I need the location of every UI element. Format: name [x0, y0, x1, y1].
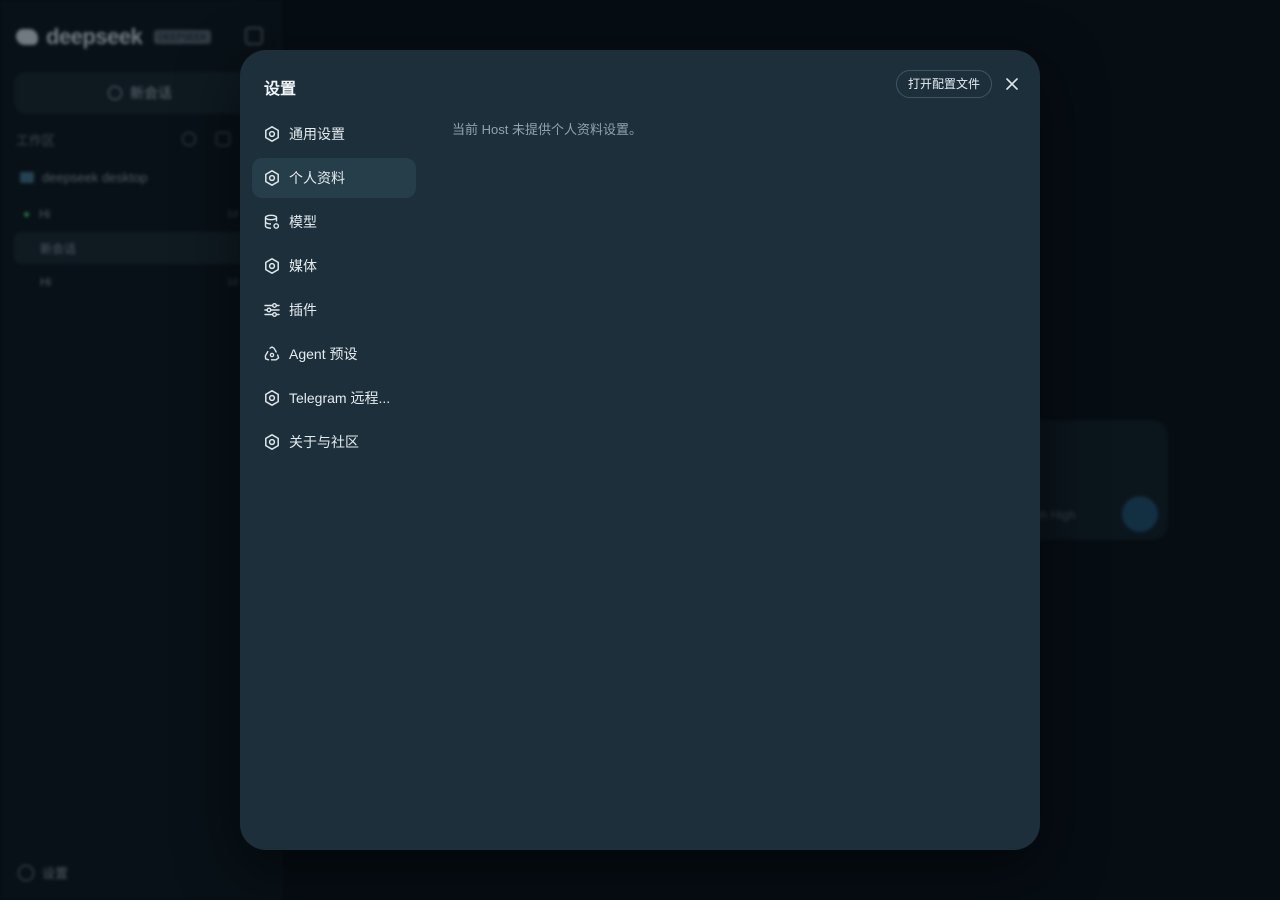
modal-title: 设置	[264, 81, 297, 98]
chat-item-label: Hi	[40, 275, 52, 289]
project-name: deepseek desktop	[42, 170, 148, 185]
gear-icon	[265, 258, 279, 274]
sliders-icon	[264, 303, 280, 317]
nav-item-telegram-remote[interactable]: Telegram 远程...	[252, 378, 416, 418]
chat-item: Hi 1d	[14, 266, 266, 298]
profile-empty-message: 当前 Host 未提供个人资料设置。	[452, 122, 642, 137]
close-button[interactable]	[1000, 74, 1024, 94]
brand: deepseek DEEPSEEK	[16, 24, 211, 50]
nav-item-agent-presets[interactable]: Agent 预设	[252, 334, 416, 374]
chat-item: Hi 1d	[14, 198, 266, 230]
status-dot	[24, 211, 29, 217]
sidebar-settings-label: 设置	[42, 866, 69, 881]
project-item: deepseek desktop	[20, 170, 148, 185]
new-chat-button: 新会话	[14, 72, 266, 114]
gear-icon	[265, 126, 279, 142]
nav-item-general[interactable]: 通用设置	[252, 114, 416, 154]
nav-item-label: 媒体	[289, 258, 317, 274]
settings-nav: 通用设置 个人资料 模型 媒体 插件 Agent 预设 Telegram 远程.…	[252, 114, 416, 466]
nav-item-label: 个人资料	[289, 170, 345, 186]
search-icon	[182, 132, 196, 146]
chat-item-active: 新会话	[14, 232, 266, 264]
nav-item-label: Telegram 远程...	[289, 390, 391, 406]
chat-item-meta: 1d	[226, 276, 238, 288]
nav-item-label: 模型	[289, 214, 317, 230]
settings-modal: 设置 打开配置文件 通用设置 个人资料 模型 媒体 插件 Agent 预设 Te…	[240, 50, 1040, 850]
gear-icon	[18, 864, 34, 881]
recycle-icon	[264, 346, 280, 361]
whale-logo-icon	[16, 29, 38, 45]
nav-item-label: 通用设置	[289, 126, 345, 142]
nav-item-media[interactable]: 媒体	[252, 246, 416, 286]
nav-item-models[interactable]: 模型	[252, 202, 416, 242]
nav-item-label: 插件	[289, 302, 317, 318]
workspace-header: 工作区	[16, 130, 266, 149]
gear-icon	[265, 390, 279, 406]
nav-item-profile[interactable]: 个人资料	[252, 158, 416, 198]
gear-icon	[265, 434, 279, 450]
brand-badge: DEEPSEEK	[154, 30, 211, 44]
nav-item-label: 关于与社区	[289, 434, 359, 450]
database-icon	[264, 214, 280, 229]
nav-item-plugins[interactable]: 插件	[252, 290, 416, 330]
app-root: deepseek DEEPSEEK 新会话 工作区 deepseek deskt…	[0, 0, 1280, 900]
brand-name: deepseek	[46, 24, 143, 49]
close-icon	[1006, 78, 1018, 90]
gear-icon	[265, 170, 279, 186]
send-button	[1122, 496, 1158, 532]
chat-item-label: Hi	[39, 207, 51, 221]
sidebar-settings: 设置	[18, 863, 68, 882]
nav-item-about-community[interactable]: 关于与社区	[252, 422, 416, 462]
new-folder-icon	[216, 132, 230, 146]
chat-item-label: 新会话	[40, 241, 77, 256]
open-config-button[interactable]: 打开配置文件	[896, 70, 993, 98]
sidebar-toggle-icon	[245, 27, 263, 45]
nav-item-label: Agent 预设	[289, 346, 358, 362]
workspace-label: 工作区	[16, 133, 56, 148]
new-chat-label: 新会话	[130, 85, 172, 101]
folder-icon	[20, 172, 34, 183]
plus-circle-icon	[108, 86, 122, 100]
chat-item-meta: 1d	[226, 208, 238, 220]
